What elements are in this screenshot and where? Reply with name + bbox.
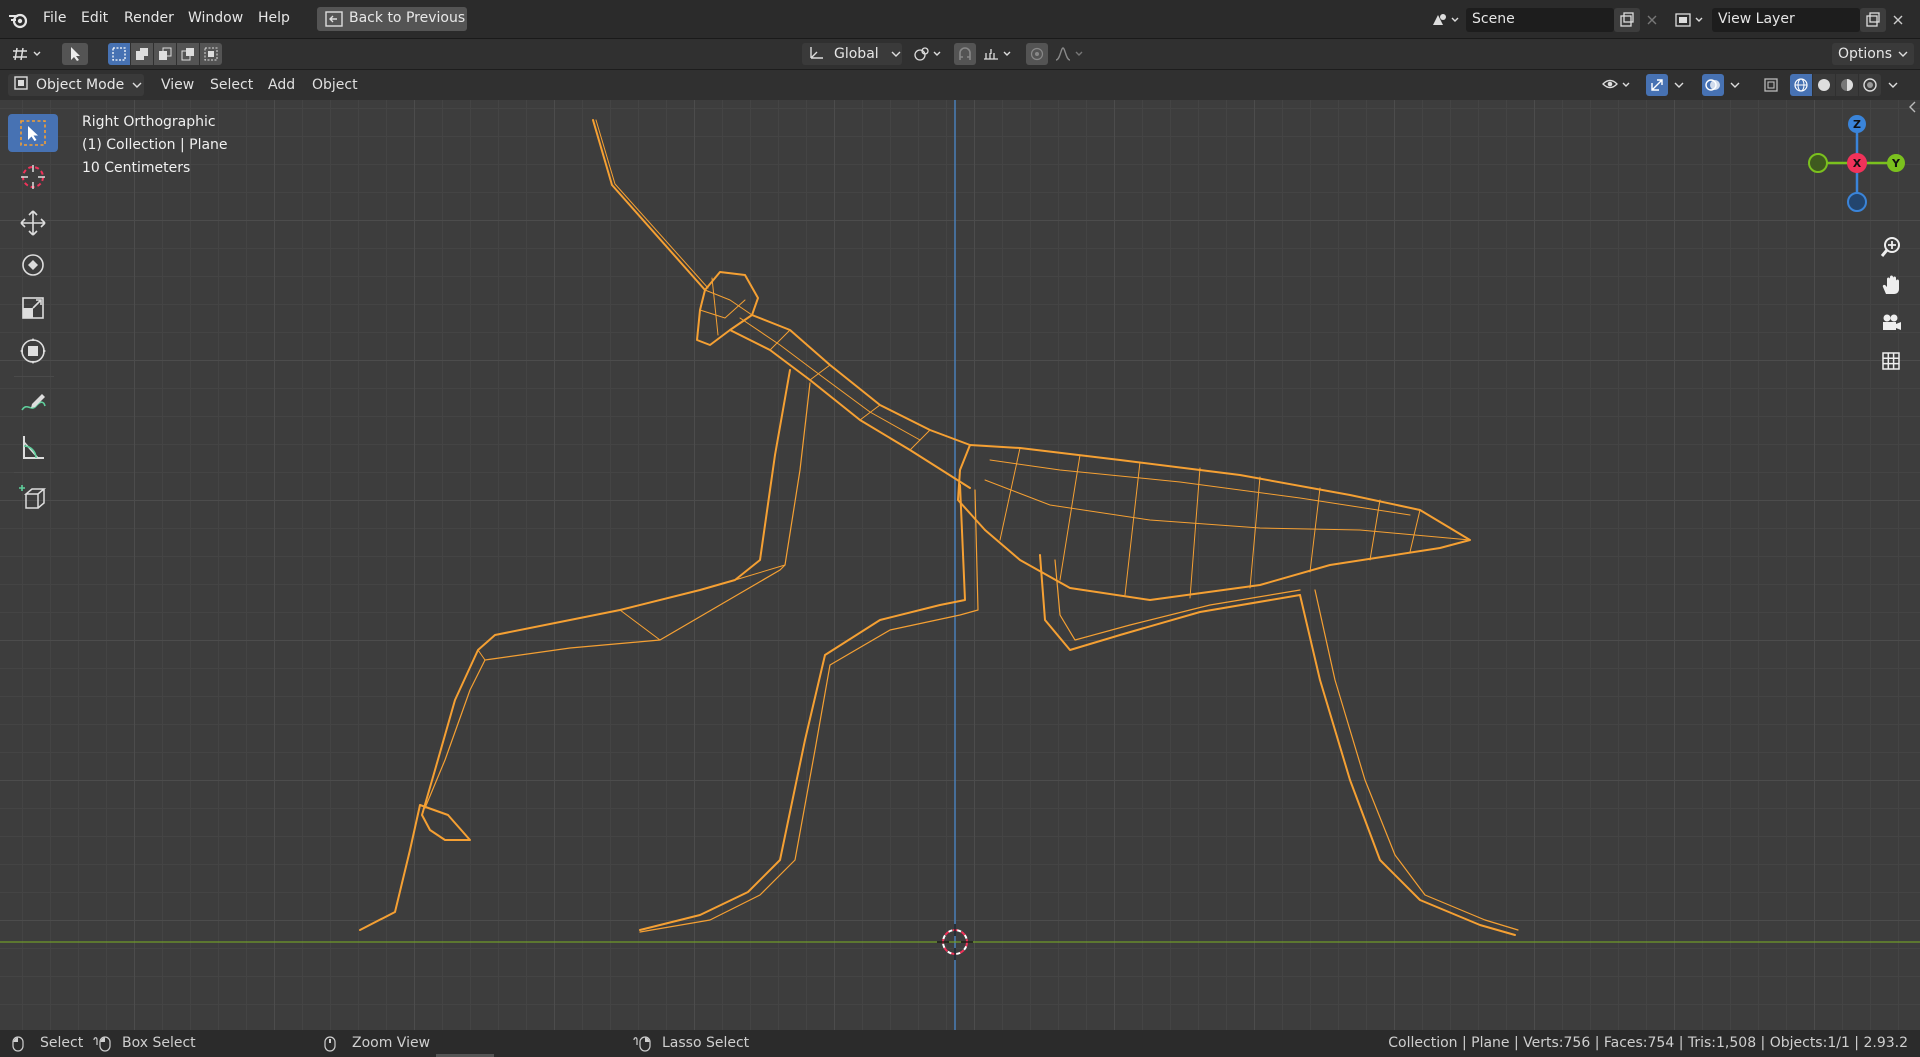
gizmo-dropdown[interactable] xyxy=(1670,74,1688,96)
chevron-down-icon xyxy=(132,78,142,93)
mouse-drag-icon xyxy=(92,1036,114,1056)
shading-dropdown[interactable] xyxy=(1884,74,1902,96)
toolbar-divider xyxy=(14,376,54,377)
gizmo-toggle-icon[interactable] xyxy=(1646,74,1668,96)
back-to-previous-label: Back to Previous xyxy=(349,10,466,26)
status-zoom-view: Zoom View xyxy=(352,1035,431,1051)
menu-render[interactable]: Render xyxy=(124,10,174,26)
new-scene-icon[interactable] xyxy=(1614,8,1640,32)
status-lasso-select: Lasso Select xyxy=(662,1035,750,1051)
menu-edit[interactable]: Edit xyxy=(81,10,108,26)
view-name: Right Orthographic xyxy=(82,114,216,130)
add-menu[interactable]: Add xyxy=(262,74,301,96)
shading-material-icon[interactable] xyxy=(1836,74,1858,96)
rotate-tool[interactable] xyxy=(8,246,58,284)
sidebar-toggle-icon[interactable] xyxy=(1908,100,1920,116)
orientation-icon xyxy=(808,44,826,64)
3d-viewport[interactable]: Right Orthographic (1) Collection | Plan… xyxy=(0,100,1920,1030)
pivot-point-dropdown[interactable] xyxy=(910,43,948,65)
scene-name-field[interactable]: Scene xyxy=(1466,8,1614,32)
annotate-tool[interactable] xyxy=(8,384,58,422)
mouse-right-drag-icon xyxy=(632,1036,654,1056)
chevron-down-icon xyxy=(1898,47,1908,62)
mouse-left-icon xyxy=(12,1036,24,1056)
view-layer-name: View Layer xyxy=(1718,11,1795,27)
mode-difference-icon[interactable] xyxy=(177,43,199,65)
scene-name: Scene xyxy=(1472,11,1515,27)
grid-scale: 10 Centimeters xyxy=(82,160,191,176)
overlays-toggle-icon[interactable] xyxy=(1702,74,1724,96)
snap-toggle-icon[interactable] xyxy=(954,43,976,65)
gizmo-y-label: Y xyxy=(1891,157,1901,170)
top-bar: File Edit Render Window Help Back to Pre… xyxy=(0,0,1920,39)
gizmo-x-label: X xyxy=(1853,157,1862,170)
options-dropdown[interactable]: Options xyxy=(1832,43,1914,65)
transform-tool[interactable] xyxy=(8,332,58,370)
perspective-toggle-icon[interactable] xyxy=(1874,344,1908,378)
menu-file[interactable]: File xyxy=(43,10,66,26)
menu-help[interactable]: Help xyxy=(258,10,290,26)
back-icon xyxy=(325,11,343,31)
toolbar-divider xyxy=(14,472,54,473)
gizmo-neg-z xyxy=(1847,192,1867,212)
shading-rendered-icon[interactable] xyxy=(1859,74,1881,96)
viewport-scene xyxy=(0,100,1920,1030)
delete-scene-icon[interactable] xyxy=(1642,8,1662,32)
menu-window[interactable]: Window xyxy=(188,10,243,26)
scale-tool[interactable] xyxy=(8,289,58,327)
editor-type-icon[interactable] xyxy=(8,43,48,65)
gizmo-z-label: Z xyxy=(1853,118,1861,131)
add-cube-tool[interactable] xyxy=(8,478,58,516)
toolbar xyxy=(6,112,60,522)
status-bar: Select Box Select Zoom View Lasso Select… xyxy=(0,1030,1920,1057)
measure-tool[interactable] xyxy=(8,428,58,466)
scene-browse-icon[interactable] xyxy=(1428,9,1462,31)
mode-extend-icon[interactable] xyxy=(131,43,153,65)
mantis-wireframe xyxy=(359,119,1519,936)
object-menu[interactable]: Object xyxy=(306,74,364,96)
object-mode-dropdown[interactable]: Object Mode xyxy=(8,74,144,96)
object-mode-label: Object Mode xyxy=(36,77,125,93)
mode-subtract-icon[interactable] xyxy=(154,43,176,65)
mode-set-icon[interactable] xyxy=(108,43,130,65)
cursor-tool[interactable] xyxy=(8,158,58,196)
move-tool[interactable] xyxy=(8,204,58,242)
status-select: Select xyxy=(40,1035,84,1051)
new-view-layer-icon[interactable] xyxy=(1860,8,1886,32)
xray-toggle-icon[interactable] xyxy=(1760,74,1782,96)
pan-hand-icon[interactable] xyxy=(1874,268,1908,302)
collection-info: (1) Collection | Plane xyxy=(82,137,228,153)
select-menu[interactable]: Select xyxy=(204,74,259,96)
status-box-select: Box Select xyxy=(122,1035,196,1051)
snap-target-dropdown[interactable] xyxy=(980,43,1018,65)
mouse-middle-icon xyxy=(324,1036,336,1056)
falloff-dropdown[interactable] xyxy=(1052,43,1090,65)
navigation-gizmo[interactable]: Z Y X xyxy=(1802,108,1912,218)
overlays-dropdown[interactable] xyxy=(1726,74,1744,96)
delete-view-layer-icon[interactable] xyxy=(1888,8,1908,32)
orientation-label: Global xyxy=(834,46,879,62)
options-label: Options xyxy=(1837,46,1893,62)
view-layer-field[interactable]: View Layer xyxy=(1712,8,1860,32)
gizmo-neg-y xyxy=(1808,153,1828,173)
back-to-previous-button[interactable]: Back to Previous xyxy=(317,7,467,31)
transform-orientation-dropdown[interactable]: Global xyxy=(802,43,902,65)
camera-view-icon[interactable] xyxy=(1874,306,1908,340)
scene-statistics: Collection | Plane | Verts:756 | Faces:7… xyxy=(1388,1035,1908,1051)
viewport-header: Object Mode View Select Add Object xyxy=(0,70,1920,100)
proportional-edit-icon[interactable] xyxy=(1026,43,1048,65)
mode-intersect-icon[interactable] xyxy=(200,43,222,65)
view-menu[interactable]: View xyxy=(155,74,200,96)
shading-solid-icon[interactable] xyxy=(1813,74,1835,96)
object-mode-icon xyxy=(13,75,29,95)
select-box-tool[interactable] xyxy=(8,114,58,152)
chevron-down-icon xyxy=(891,47,901,62)
tool-settings-bar: Global Options xyxy=(0,39,1920,69)
select-tool-mode-icon[interactable] xyxy=(62,43,88,65)
zoom-icon[interactable] xyxy=(1874,230,1908,264)
blender-logo-icon[interactable] xyxy=(8,9,30,31)
shading-wireframe-icon[interactable] xyxy=(1790,74,1812,96)
view-layer-browse-icon[interactable] xyxy=(1672,9,1708,31)
visibility-selectability-icon[interactable] xyxy=(1600,74,1636,96)
